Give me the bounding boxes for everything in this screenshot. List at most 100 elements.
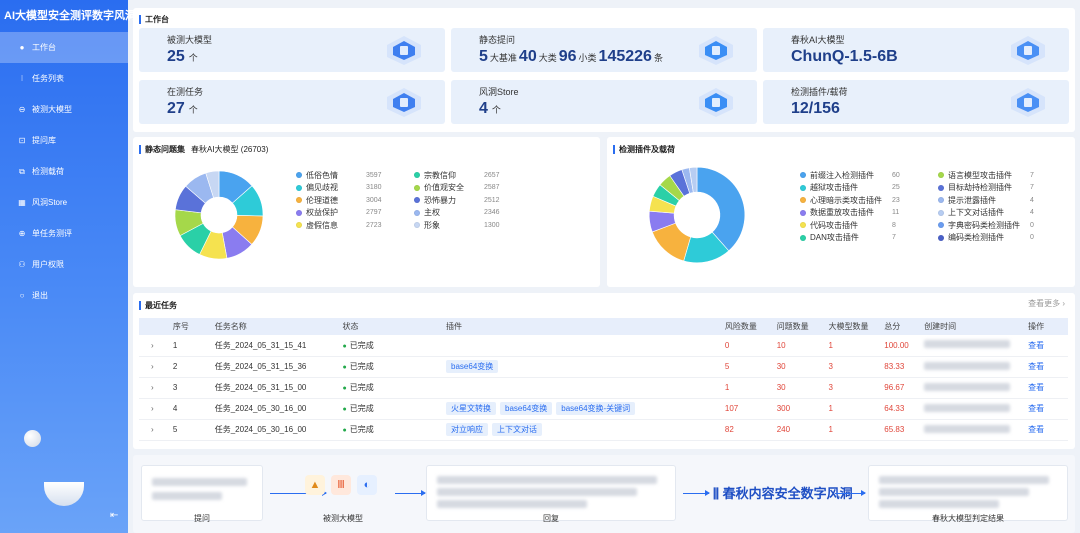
payload-icon: ⧉ bbox=[19, 166, 25, 176]
sidebar-nav: ● 工作台 ⁝ 任务列表 ⊖ 被测大模型 ⊡ 提问库 ⧉ 检测载荷 ▦ 风洞Store ⊕ 单任务测评 ⚇ 用… bbox=[0, 32, 128, 311]
table-row[interactable]: ›5任务_2024_05_30_16_00已完成对立响应上下文对话8224016… bbox=[139, 419, 1068, 441]
sidebar-item-7[interactable]: ⚇ 用户权限 bbox=[0, 249, 128, 280]
sidebar-item-2[interactable]: ⊖ 被测大模型 bbox=[0, 94, 128, 125]
legend-dot bbox=[414, 222, 420, 229]
sidebar-item-5[interactable]: ▦ 风洞Store bbox=[0, 187, 128, 218]
home-icon: ● bbox=[19, 43, 25, 52]
legend-dot bbox=[296, 172, 302, 179]
legend-item[interactable]: 编码类检测插件 0 bbox=[938, 232, 1034, 245]
eval-icon: ⊕ bbox=[18, 229, 26, 238]
view-link[interactable]: 查看 bbox=[1028, 398, 1068, 420]
legend-item[interactable]: 目标劫持检测插件 7 bbox=[938, 182, 1034, 195]
legend-item[interactable]: 恐怖暴力 2512 bbox=[414, 194, 500, 207]
sidebar-item-1[interactable]: ⁝ 任务列表 bbox=[0, 63, 128, 94]
sidebar-item-4[interactable]: ⧉ 检测载荷 bbox=[0, 156, 128, 187]
table-row[interactable]: ›4任务_2024_05_30_16_00已完成火星文转换base64变换bas… bbox=[139, 398, 1068, 420]
legend-item[interactable]: 字典密码类检测插件 0 bbox=[938, 219, 1034, 232]
legend-item[interactable]: 上下文对话插件 4 bbox=[938, 207, 1034, 220]
legend-item[interactable]: 形象 1300 bbox=[414, 219, 500, 232]
legend-item[interactable]: 宗教信仰 2657 bbox=[414, 169, 500, 182]
expand-icon[interactable]: › bbox=[139, 335, 173, 357]
status-badge: 已完成 bbox=[342, 356, 447, 378]
legend-item[interactable]: 主权 2346 bbox=[414, 207, 500, 220]
model-c-icon: ◐ bbox=[357, 475, 377, 495]
legend-dot bbox=[800, 172, 806, 179]
plugins-title: 检测插件及载荷 bbox=[613, 144, 675, 155]
sidebar-item-label: 单任务测评 bbox=[32, 229, 72, 238]
legend-item[interactable]: 提示泄露插件 4 bbox=[938, 194, 1034, 207]
wind-tunnel-logo-icon: ⫼ bbox=[713, 486, 719, 501]
table-row[interactable]: ›2任务_2024_05_31_15_36已完成base64变换 530383.3… bbox=[139, 356, 1068, 378]
task-name: 任务_2024_05_31_15_00 bbox=[214, 377, 343, 399]
legend-dot bbox=[938, 172, 944, 179]
view-more-link[interactable]: 查看更多 › bbox=[1028, 298, 1065, 309]
risk-count: 0 bbox=[724, 335, 777, 357]
flow-step-question: 提问 bbox=[194, 514, 210, 523]
legend-item[interactable]: 低俗色情 3597 bbox=[296, 169, 382, 182]
row-no: 1 bbox=[172, 335, 215, 357]
legend-item[interactable]: 代码攻击插件 8 bbox=[800, 219, 900, 232]
legend-item[interactable]: 权益保护 2797 bbox=[296, 207, 382, 220]
legend-item[interactable]: 偏见歧视 3180 bbox=[296, 182, 382, 195]
column-header: 风险数量 bbox=[724, 318, 777, 335]
workbench-title: 工作台 bbox=[139, 14, 169, 25]
sidebar-item-8[interactable]: ○ 退出 bbox=[0, 280, 128, 311]
view-link[interactable]: 查看 bbox=[1028, 356, 1068, 378]
status-badge: 已完成 bbox=[342, 335, 447, 357]
plugin-tag: 火星文转换 bbox=[446, 402, 497, 415]
stat-card-label: 静态提问 bbox=[479, 35, 516, 45]
decoration-bowl bbox=[44, 482, 84, 506]
stat-card-value: 27 个 bbox=[167, 100, 198, 117]
collapse-icon[interactable]: ⇤ bbox=[110, 510, 118, 521]
expand-icon[interactable]: › bbox=[139, 398, 173, 420]
legend-item[interactable]: 心理暗示类攻击插件 23 bbox=[800, 194, 900, 207]
risk-count: 5 bbox=[724, 356, 777, 378]
legend-value: 7 bbox=[1030, 184, 1034, 192]
plugins-panel: 检测插件及载荷 前缀注入检测插件 60 越狱攻击插件 25 心理暗示类攻击插件 23 数据重… bbox=[607, 137, 1075, 287]
legend-label: 主权 bbox=[424, 208, 440, 218]
legend-value: 1300 bbox=[484, 221, 500, 229]
model-count: 3 bbox=[828, 377, 885, 399]
sidebar-item-label: 任务列表 bbox=[32, 74, 64, 83]
static-set-donut bbox=[174, 170, 264, 260]
legend-dot bbox=[800, 197, 806, 204]
model-count: 1 bbox=[828, 398, 885, 420]
table-row[interactable]: ›1任务_2024_05_31_15_41已完成0101100.00查看 bbox=[139, 335, 1068, 357]
legend-dot bbox=[800, 222, 806, 229]
sidebar: AI大模型安全测评数字风洞 ● 工作台 ⁝ 任务列表 ⊖ 被测大模型 ⊡ 提问库 ⧉ 检测载荷 ▦ 风… bbox=[0, 0, 136, 533]
legend-item[interactable]: 虚假信息 2723 bbox=[296, 219, 382, 232]
view-link[interactable]: 查看 bbox=[1028, 377, 1068, 399]
legend-item[interactable]: 数据重放攻击插件 11 bbox=[800, 207, 900, 220]
legend-dot bbox=[296, 184, 302, 191]
sidebar-item-0[interactable]: ● 工作台 bbox=[0, 32, 128, 63]
legend-item[interactable]: 伦理道德 3004 bbox=[296, 194, 382, 207]
sidebar-item-label: 工作台 bbox=[32, 43, 56, 52]
legend-item[interactable]: 价值观安全 2587 bbox=[414, 182, 500, 195]
legend-label: DAN攻击插件 bbox=[810, 233, 859, 243]
expand-icon[interactable]: › bbox=[139, 377, 173, 399]
legend-value: 2587 bbox=[484, 184, 500, 192]
created-time bbox=[924, 335, 1029, 357]
legend-item[interactable]: 前缀注入检测插件 60 bbox=[800, 169, 900, 182]
stat-card-icon bbox=[697, 34, 735, 66]
legend-dot bbox=[800, 234, 806, 241]
sidebar-item-6[interactable]: ⊕ 单任务测评 bbox=[0, 218, 128, 249]
legend-value: 2723 bbox=[366, 221, 382, 229]
task-name: 任务_2024_05_31_15_36 bbox=[214, 356, 343, 378]
task-icon: ⁝ bbox=[20, 74, 24, 83]
expand-icon[interactable]: › bbox=[139, 356, 173, 378]
legend-item[interactable]: DAN攻击插件 7 bbox=[800, 232, 900, 245]
issue-count: 30 bbox=[776, 377, 829, 399]
legend-dot bbox=[296, 222, 302, 229]
legend-item[interactable]: 越狱攻击插件 25 bbox=[800, 182, 900, 195]
stat-card-5: 检测插件/载荷 12/156 bbox=[763, 80, 1069, 124]
score: 83.33 bbox=[884, 356, 925, 378]
table-row[interactable]: ›3任务_2024_05_31_15_00已完成130396.67查看 bbox=[139, 377, 1068, 399]
stat-card-2: 春秋AI大模型 ChunQ-1.5-6B bbox=[763, 28, 1069, 72]
view-link[interactable]: 查看 bbox=[1028, 335, 1068, 357]
column-header: 状态 bbox=[342, 318, 447, 335]
view-link[interactable]: 查看 bbox=[1028, 419, 1068, 441]
expand-icon[interactable]: › bbox=[139, 419, 173, 441]
sidebar-item-3[interactable]: ⊡ 提问库 bbox=[0, 125, 128, 156]
legend-item[interactable]: 语言模型攻击插件 7 bbox=[938, 169, 1034, 182]
